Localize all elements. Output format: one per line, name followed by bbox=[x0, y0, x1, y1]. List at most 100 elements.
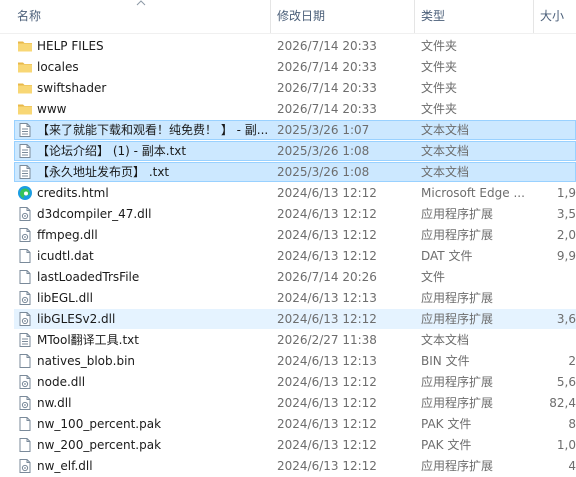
column-header-type[interactable]: 类型 bbox=[416, 0, 532, 33]
file-size bbox=[540, 36, 576, 57]
file-row[interactable]: nw_100_percent.pak 2024/6/13 12:12 PAK 文件 8 bbox=[0, 414, 576, 435]
file-date: 2024/6/13 12:12 bbox=[277, 312, 377, 326]
file-name: icudtl.dat bbox=[37, 249, 94, 263]
file-size bbox=[540, 57, 576, 78]
file-row[interactable]: HELP FILES 2026/7/14 20:33 文件夹 bbox=[0, 36, 576, 57]
file-icon bbox=[17, 437, 33, 453]
text-file-icon bbox=[17, 164, 33, 180]
file-row[interactable]: ffmpeg.dll 2024/6/13 12:12 应用程序扩展 2,0 bbox=[0, 225, 576, 246]
file-name: HELP FILES bbox=[37, 39, 104, 53]
file-type: DAT 文件 bbox=[421, 249, 473, 263]
file-name: locales bbox=[37, 60, 79, 74]
file-row[interactable]: natives_blob.bin 2024/6/13 12:13 BIN 文件 2 bbox=[0, 351, 576, 372]
file-date: 2024/6/13 12:12 bbox=[277, 207, 377, 221]
dll-file-icon bbox=[17, 311, 33, 327]
file-type: 应用程序扩展 bbox=[421, 291, 494, 305]
file-date: 2025/3/26 1:08 bbox=[277, 165, 370, 179]
file-type: 应用程序扩展 bbox=[421, 312, 494, 326]
file-size: 3,6 bbox=[556, 312, 576, 326]
file-name: libGLESv2.dll bbox=[37, 312, 116, 326]
file-type: 文件夹 bbox=[421, 39, 458, 53]
dll-file-icon bbox=[17, 395, 33, 411]
file-row[interactable]: nw.dll 2024/6/13 12:12 应用程序扩展 82,4 bbox=[0, 393, 576, 414]
column-separator[interactable] bbox=[270, 0, 271, 33]
file-date: 2024/6/13 12:13 bbox=[277, 354, 377, 368]
file-name: 【论坛介绍】 (1) - 副本.txt bbox=[37, 144, 187, 158]
file-row[interactable]: www 2026/7/14 20:33 文件夹 bbox=[0, 99, 576, 120]
file-name: 【永久地址发布页】 .txt bbox=[37, 165, 170, 179]
file-type: 文本文档 bbox=[421, 333, 470, 347]
file-size: 2 bbox=[568, 354, 576, 368]
file-name: nw_100_percent.pak bbox=[37, 417, 162, 431]
file-row[interactable]: 【论坛介绍】 (1) - 副本.txt 2025/3/26 1:08 文本文档 bbox=[0, 141, 576, 162]
file-date: 2024/6/13 12:12 bbox=[277, 438, 377, 452]
file-name: libEGL.dll bbox=[37, 291, 93, 305]
column-separator[interactable] bbox=[533, 0, 534, 33]
file-row[interactable]: 【永久地址发布页】 .txt 2025/3/26 1:08 文本文档 bbox=[0, 162, 576, 183]
file-row[interactable]: credits.html 2024/6/13 12:12 Microsoft Edg… bbox=[0, 183, 576, 204]
file-row[interactable]: nw_200_percent.pak 2024/6/13 12:12 PAK 文件 1… bbox=[0, 435, 576, 456]
file-date: 2025/3/26 1:07 bbox=[277, 123, 370, 137]
file-size bbox=[540, 141, 576, 162]
file-row[interactable]: MTool翻译工具.txt 2026/2/27 11:38 文本文档 bbox=[0, 330, 576, 351]
column-header-name-label: 名称 bbox=[17, 9, 42, 23]
file-row[interactable]: 【来了就能下载和观看！纯免费！ 】 - 副... 2025/3/26 1:07 文本… bbox=[0, 120, 576, 141]
dll-file-icon bbox=[17, 227, 33, 243]
file-type: 应用程序扩展 bbox=[421, 228, 494, 242]
file-row[interactable]: swiftshader 2026/7/14 20:33 文件夹 bbox=[0, 78, 576, 99]
file-row[interactable]: d3dcompiler_47.dll 2024/6/13 12:12 应用程序扩展 3… bbox=[0, 204, 576, 225]
file-size: 1,0 bbox=[556, 438, 576, 452]
file-type: Microsoft Edge ... bbox=[421, 186, 525, 200]
file-date: 2024/6/13 12:12 bbox=[277, 375, 377, 389]
column-header-date-label: 修改日期 bbox=[277, 9, 326, 23]
file-size: 1,9 bbox=[556, 186, 576, 200]
file-size: 9,9 bbox=[556, 249, 576, 263]
file-size: 2,0 bbox=[556, 228, 576, 242]
text-file-icon bbox=[17, 332, 33, 348]
file-row[interactable]: locales 2026/7/14 20:33 文件夹 bbox=[0, 57, 576, 78]
file-size bbox=[540, 99, 576, 120]
file-date: 2026/7/14 20:33 bbox=[277, 102, 377, 116]
file-size bbox=[540, 162, 576, 183]
file-row[interactable]: lastLoadedTrsFile 2026/7/14 20:26 文件 bbox=[0, 267, 576, 288]
file-type: PAK 文件 bbox=[421, 417, 472, 431]
file-type: 应用程序扩展 bbox=[421, 207, 494, 221]
file-type: PAK 文件 bbox=[421, 438, 472, 452]
file-date: 2025/3/26 1:08 bbox=[277, 144, 370, 158]
column-header-date[interactable]: 修改日期 bbox=[272, 0, 414, 33]
file-name: swiftshader bbox=[37, 81, 107, 95]
file-name: nw_elf.dll bbox=[37, 459, 93, 473]
file-type: 文件夹 bbox=[421, 60, 458, 74]
file-type: 文件 bbox=[421, 270, 446, 284]
folder-icon bbox=[17, 38, 33, 54]
column-header-size[interactable]: 大小 bbox=[535, 0, 576, 33]
file-type: 应用程序扩展 bbox=[421, 459, 494, 473]
file-icon bbox=[17, 269, 33, 285]
file-size: 4 bbox=[568, 459, 576, 473]
file-row[interactable]: node.dll 2024/6/13 12:12 应用程序扩展 5,6 bbox=[0, 372, 576, 393]
file-name: nw_200_percent.pak bbox=[37, 438, 162, 452]
folder-icon bbox=[17, 80, 33, 96]
column-header-type-label: 类型 bbox=[421, 9, 446, 23]
column-header-size-label: 大小 bbox=[540, 9, 565, 23]
dll-file-icon bbox=[17, 290, 33, 306]
file-date: 2024/6/13 12:12 bbox=[277, 228, 377, 242]
file-row[interactable]: nw_elf.dll 2024/6/13 12:12 应用程序扩展 4 bbox=[0, 456, 576, 477]
file-row[interactable]: icudtl.dat 2024/6/13 12:12 DAT 文件 9,9 bbox=[0, 246, 576, 267]
dll-file-icon bbox=[17, 206, 33, 222]
file-date: 2024/6/13 12:12 bbox=[277, 459, 377, 473]
file-name: MTool翻译工具.txt bbox=[37, 333, 139, 347]
file-name: node.dll bbox=[37, 375, 86, 389]
sort-ascending-icon bbox=[136, 0, 146, 6]
column-separator[interactable] bbox=[414, 0, 415, 33]
file-size bbox=[540, 330, 576, 351]
file-name: natives_blob.bin bbox=[37, 354, 136, 368]
file-name: d3dcompiler_47.dll bbox=[37, 207, 152, 221]
edge-icon bbox=[17, 185, 33, 201]
file-type: 文本文档 bbox=[421, 165, 470, 179]
folder-icon bbox=[17, 101, 33, 117]
file-row[interactable]: libEGL.dll 2024/6/13 12:13 应用程序扩展 bbox=[0, 288, 576, 309]
file-row[interactable]: libGLESv2.dll 2024/6/13 12:12 应用程序扩展 3,6 bbox=[0, 309, 576, 330]
file-size: 5,6 bbox=[556, 375, 576, 389]
file-date: 2026/7/14 20:33 bbox=[277, 39, 377, 53]
